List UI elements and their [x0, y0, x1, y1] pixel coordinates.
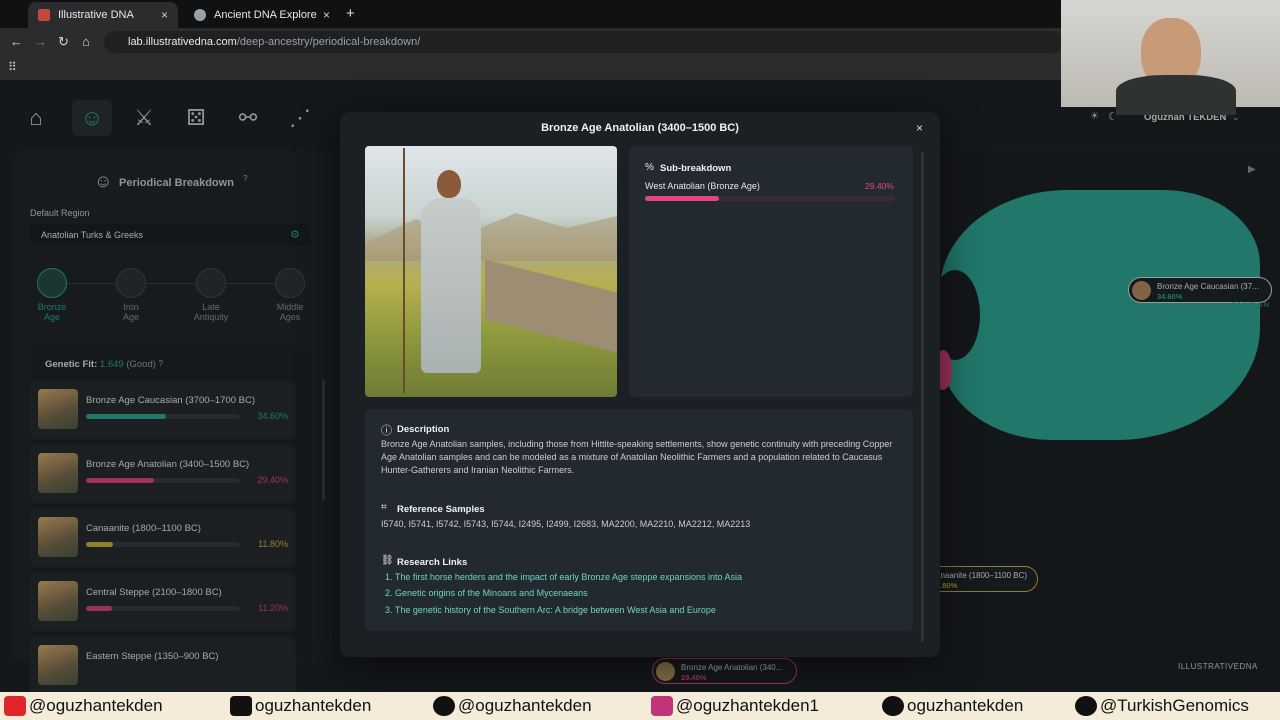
threads-handle: oguzhantekden	[882, 696, 1023, 716]
url-host: lab.illustrativedna.com	[128, 36, 237, 48]
social-handle-text: @oguzhantekden	[458, 696, 592, 715]
home-icon[interactable]: ⌂	[82, 34, 90, 49]
research-links-title: Research Links	[397, 557, 468, 568]
description-text: Bronze Age Anatolian samples, including …	[381, 439, 893, 475]
kick-handle: oguzhantekden	[230, 696, 371, 716]
sub-item-name: West Anatolian (Bronze Age)	[645, 181, 760, 191]
social-handle-text: oguzhantekden	[255, 696, 372, 715]
sub-item-bar-fill	[645, 196, 719, 201]
figure-head-shape	[437, 170, 461, 198]
favicon-icon	[194, 9, 206, 21]
reference-samples-title: Reference Samples	[397, 504, 485, 515]
x-handle: @oguzhantekden	[433, 696, 592, 716]
x-icon	[1075, 696, 1097, 716]
research-link-text[interactable]: Genetic origins of the Minoans and Mycen…	[395, 588, 588, 598]
details-panel: ⓘ Description Bronze Age Anatolian sampl…	[365, 409, 913, 631]
social-handle-text: @oguzhantekden1	[676, 696, 819, 715]
tab-close-icon[interactable]: ×	[323, 8, 330, 22]
reference-samples-text: I5740, I5741, I5742, I5743, I5744, I2495…	[381, 519, 751, 529]
social-handle-text: @TurkishGenomics	[1100, 696, 1249, 715]
tab-illustrative-dna[interactable]: Illustrative DNA ×	[28, 2, 178, 28]
sub-item-bar	[645, 196, 895, 201]
tab-close-icon[interactable]: ×	[161, 8, 168, 22]
research-link-text[interactable]: The genetic history of the Southern Arc:…	[395, 605, 716, 615]
url-path: /deep-ancestry/periodical-breakdown/	[236, 36, 421, 48]
research-link[interactable]: 2. Genetic origins of the Minoans and My…	[385, 588, 588, 598]
streamer-shirt	[1116, 75, 1236, 115]
webcam-overlay	[1061, 0, 1280, 115]
youtube-handle: @oguzhantekden	[4, 696, 163, 716]
social-footer: @oguzhantekden oguzhantekden @oguzhantek…	[0, 692, 1280, 720]
research-link[interactable]: 1. The first horse herders and the impac…	[385, 572, 742, 582]
x-handle-2: @TurkishGenomics	[1075, 696, 1249, 716]
new-tab-button[interactable]: +	[346, 5, 355, 22]
sub-breakdown-title: Sub-breakdown	[660, 163, 732, 174]
url-input[interactable]: lab.illustrativedna.com/deep-ancestry/pe…	[104, 31, 1064, 53]
threads-icon	[882, 696, 904, 716]
forward-icon[interactable]: →	[34, 34, 47, 49]
research-link-text[interactable]: The first horse herders and the impact o…	[395, 572, 742, 582]
research-link[interactable]: 3. The genetic history of the Southern A…	[385, 605, 716, 615]
modal-scrollbar[interactable]	[921, 152, 924, 642]
social-handle-text: oguzhantekden	[907, 696, 1024, 715]
info-icon: ⓘ	[381, 425, 392, 437]
population-modal: Bronze Age Anatolian (3400–1500 BC) × % …	[340, 112, 940, 657]
x-icon	[433, 696, 455, 716]
tag-icon: ⌗	[381, 502, 387, 513]
sub-item-pct: 29.40%	[865, 181, 894, 191]
tab-label: Illustrative DNA	[58, 9, 134, 21]
modal-title: Bronze Age Anatolian (3400–1500 BC)	[541, 122, 739, 134]
population-illustration	[365, 146, 617, 397]
stone-wall-shape	[485, 259, 617, 353]
apps-grid-icon[interactable]: ⠿	[8, 60, 17, 74]
percent-icon: %	[645, 162, 654, 173]
tab-label: Ancient DNA Explorer	[214, 9, 317, 21]
figure-robe-shape	[421, 198, 481, 373]
social-handle-text: @oguzhantekden	[29, 696, 163, 715]
youtube-icon	[4, 696, 26, 716]
favicon-icon	[38, 9, 50, 21]
tab-ancient-dna-explorer[interactable]: Ancient DNA Explorer ×	[184, 2, 340, 28]
instagram-handle: @oguzhantekden1	[651, 696, 819, 716]
reload-icon[interactable]: ↻	[58, 34, 69, 50]
link-icon: ⛓	[381, 555, 394, 566]
close-icon[interactable]: ×	[916, 121, 923, 135]
instagram-icon	[651, 696, 673, 716]
kick-icon	[230, 696, 252, 716]
back-icon[interactable]: ←	[10, 34, 23, 49]
description-title: Description	[397, 424, 450, 435]
sub-breakdown-panel: % Sub-breakdown West Anatolian (Bronze A…	[629, 146, 913, 397]
spear-shape	[403, 148, 405, 393]
